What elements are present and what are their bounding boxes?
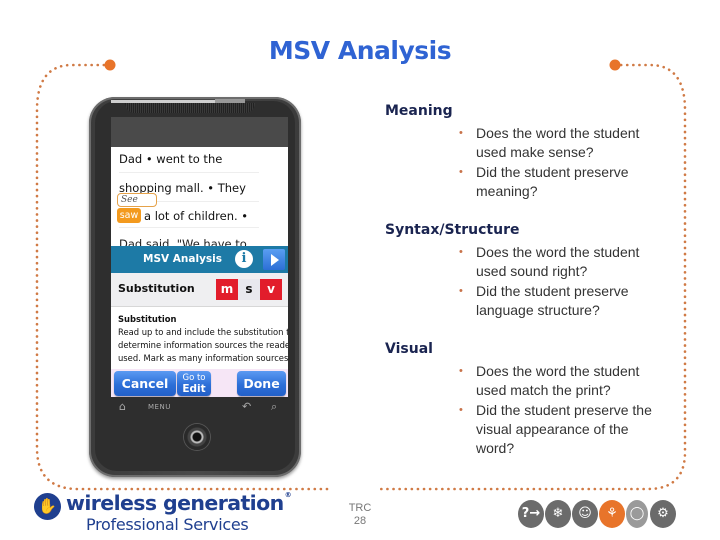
bullet-text: Did the student preserve the visual appe… [476,401,652,457]
error-description: Substitution Read up to and include the … [118,313,288,365]
bullet-item: • Does the word the student used match th… [455,362,665,401]
error-type-label: Substitution [118,282,195,295]
snowflake-icon: ❄ [545,500,571,528]
description-line: Read up to and include the substitution … [118,327,288,337]
story-passage: Dad • went to the shopping mall. • They … [111,147,288,251]
go-to-edit-line1: Go to [182,373,206,383]
bullet-text: Does the word the student used make sens… [476,125,640,161]
msv-button-v[interactable]: v [260,279,282,300]
description-line: used. Mark as many information sources a… [118,353,288,363]
play-arrow-icon[interactable] [263,249,285,270]
go-to-edit-line2: Edit [182,383,206,395]
cancel-button[interactable]: Cancel [114,371,176,396]
bicycle-icon: ⚘ [599,500,625,528]
msv-panel-header: MSV Analysis i [111,246,288,273]
phone-trackball[interactable] [184,424,210,450]
info-icon[interactable]: i [235,250,253,268]
description-line: determine information sources the reader [118,340,288,350]
bullet-dot-icon: • [459,165,463,178]
home-icon[interactable]: ⌂ [119,400,126,413]
egg-face-icon: ◯ [626,500,648,528]
bullet-dot-icon: • [459,127,463,139]
done-button[interactable]: Done [237,371,286,396]
slide-footer-label: TRC 28 [340,502,380,528]
bullet-item: • Did the student preserve language struc… [455,282,665,321]
question-arrow-icon: ?→ [518,500,544,528]
action-bar: Cancel Go to Edit Done [111,369,288,397]
registered-mark: ® [284,491,292,499]
bullet-text: Does the word the student used sound rig… [476,244,640,280]
bullet-text: Did the student preserve meaning? [476,163,629,199]
phone-speaker-grille [125,103,255,113]
handwritten-note: See [117,193,157,207]
bullet-dot-icon: • [459,365,463,377]
go-to-edit-button[interactable]: Go to Edit [177,371,211,396]
section-heading-syntax: Syntax/Structure [385,222,520,238]
section-heading-meaning: Meaning [385,103,453,119]
logo-wordmark: wireless generation® [66,491,292,515]
search-icon[interactable]: ⌕ [271,400,277,414]
page-number: 28 [353,515,367,527]
gears-icon: ⚙ [650,500,676,528]
bullet-item: • Does the word the student used make sen… [455,124,665,163]
logo-subtitle: Professional Services [86,515,249,534]
bullet-item: • Does the word the student used sound ri… [455,243,665,282]
section-heading-visual: Visual [385,341,433,357]
story-line[interactable]: a lot of children. • [144,209,248,223]
phone-status-area [111,117,288,147]
syntax-bullets: • Does the word the student used sound ri… [455,243,665,320]
bullet-item: • Did the student preserve the visual app… [455,401,665,459]
phone-screen: Dad • went to the shopping mall. • They … [111,147,288,397]
visual-bullets: • Does the word the student used match th… [455,362,665,458]
meaning-bullets: • Does the word the student used make sen… [455,124,665,201]
description-heading: Substitution [118,314,177,324]
bullet-dot-icon: • [459,246,463,258]
bullet-dot-icon: • [459,284,463,297]
slide-title: MSV Analysis [268,36,452,65]
msv-button-s[interactable]: s [238,279,260,300]
magnifier-face-icon: ☺ [572,500,598,528]
line-divider [119,227,259,228]
msv-panel-title: MSV Analysis [143,253,223,265]
hand-logo-icon: ✋ [34,493,61,520]
msv-button-m[interactable]: m [216,279,238,300]
phone-nav-row: ⌂ MENU ↶ ⌕ [111,400,288,420]
highlighted-word[interactable]: saw [117,208,141,223]
bullet-text: Did the student preserve language struct… [476,282,629,318]
back-icon[interactable]: ↶ [242,400,251,413]
line-divider [119,172,259,173]
menu-button[interactable]: MENU [148,403,171,411]
story-line[interactable]: Dad • went to the [119,152,222,166]
bullet-item: • Did the student preserve meaning? [455,163,665,202]
logo-main-text: wireless generation [66,491,284,515]
bullet-dot-icon: • [459,403,463,416]
footer-label: TRC [348,502,372,514]
bullet-text: Does the word the student used match the… [476,363,640,399]
error-type-row: Substitution m s v [111,273,288,307]
